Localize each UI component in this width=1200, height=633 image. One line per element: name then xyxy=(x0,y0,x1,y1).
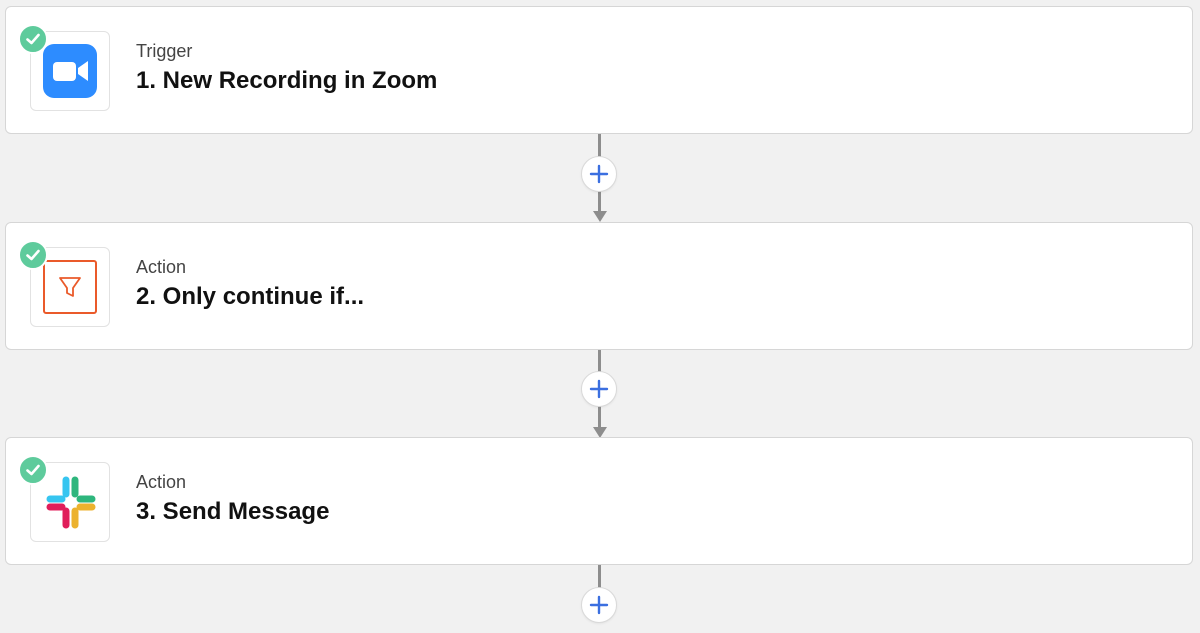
step-card-slack[interactable]: Action 3. Send Message xyxy=(5,437,1193,565)
plus-icon xyxy=(589,164,609,184)
check-icon xyxy=(18,455,48,485)
step-title: 3. Send Message xyxy=(136,498,330,525)
step-card-filter[interactable]: Action 2. Only continue if... xyxy=(5,222,1193,350)
step-card-trigger[interactable]: Trigger 1. New Recording in Zoom xyxy=(5,6,1193,134)
plus-icon xyxy=(589,595,609,615)
check-icon xyxy=(18,240,48,270)
step-type-label: Trigger xyxy=(136,41,193,61)
connector-arrow-icon xyxy=(593,211,607,222)
add-step-button[interactable] xyxy=(581,587,617,623)
add-step-button[interactable] xyxy=(581,371,617,407)
plus-icon xyxy=(589,379,609,399)
add-step-button[interactable] xyxy=(581,156,617,192)
step-title: 1. New Recording in Zoom xyxy=(136,67,438,94)
step-type-label: Action xyxy=(136,472,187,492)
step-title: 2. Only continue if... xyxy=(136,283,365,310)
step-type-label: Action xyxy=(136,257,187,277)
check-icon xyxy=(18,24,48,54)
